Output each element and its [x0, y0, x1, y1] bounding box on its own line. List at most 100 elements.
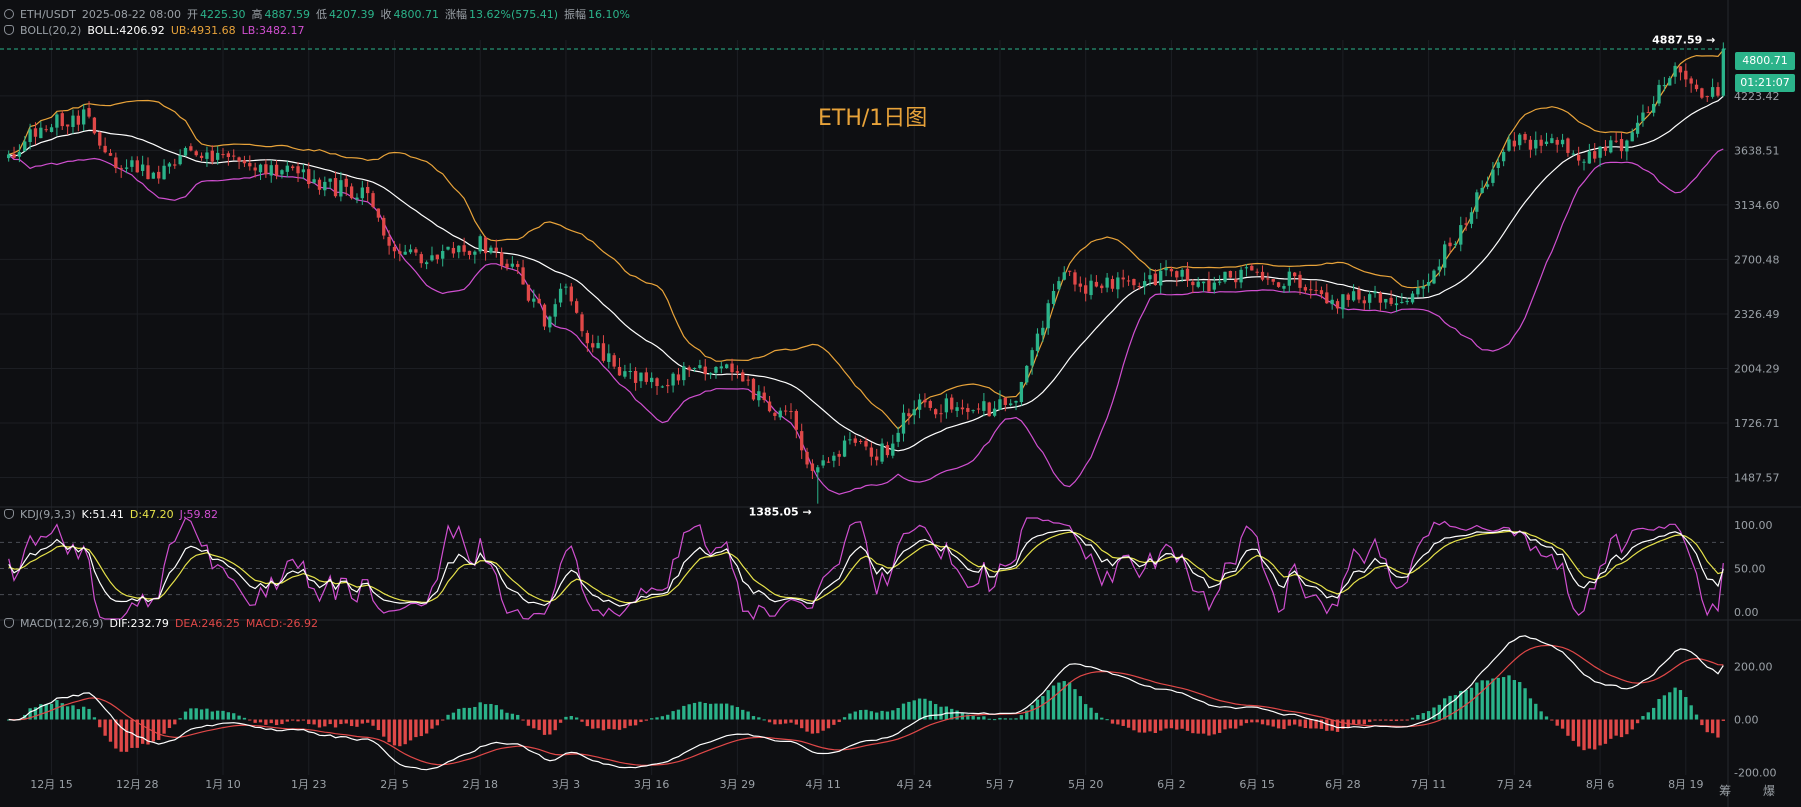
macd-histogram-bar: [157, 719, 161, 740]
macd-histogram-bar: [1030, 705, 1034, 720]
macd-histogram-bar: [869, 711, 874, 720]
candle-body: [349, 186, 354, 199]
datetime-label: 2025-08-22 08:00: [81, 8, 181, 21]
candle-body: [1046, 303, 1050, 329]
macd-histogram-bar: [1614, 719, 1618, 736]
corner-tools[interactable]: 筹 爆: [1719, 782, 1789, 799]
time-axis-tick: 3月 16: [634, 778, 670, 791]
macd-histogram-bar: [650, 718, 654, 720]
macd-histogram-bar: [226, 712, 231, 720]
kdj-j-value: J:59.82: [179, 508, 219, 521]
macd-histogram-bar: [489, 703, 493, 720]
macd-histogram-bar: [124, 719, 129, 752]
alert-bell-icon[interactable]: [4, 618, 14, 628]
candle-body: [1362, 300, 1366, 304]
candle-body: [1319, 290, 1324, 295]
macd-histogram-bar: [955, 710, 959, 720]
candle-body: [140, 164, 145, 171]
candle-body: [98, 132, 102, 146]
macd-histogram-bar: [778, 719, 782, 725]
macd-histogram-bar: [633, 719, 638, 726]
candle-body: [237, 157, 241, 162]
candle-body: [307, 169, 311, 184]
candle-body: [494, 247, 498, 252]
candle-body: [1625, 140, 1629, 152]
candle-body: [12, 153, 16, 158]
macd-histogram-bar: [1668, 692, 1672, 720]
macd-histogram-bar: [173, 719, 177, 725]
macd-histogram-bar: [1662, 695, 1667, 720]
macd-histogram-bar: [783, 719, 788, 724]
candle-body: [1673, 65, 1677, 77]
candle-body: [1587, 151, 1592, 164]
chart-stage[interactable]: 4223.42 3638.51 3134.60 2700.48 2326.49 2004.…: [0, 0, 1801, 807]
candle-body: [1635, 122, 1640, 134]
candle-body: [1662, 85, 1667, 87]
time-axis-tick: 2月 18: [462, 778, 498, 791]
candle-body: [1448, 242, 1452, 247]
boll-ub-value: UB:4931.68: [170, 24, 236, 37]
candle-body: [1576, 154, 1581, 161]
candle-body: [1378, 292, 1383, 303]
candle-body: [323, 181, 327, 191]
candle-body: [1250, 265, 1254, 271]
macd-histogram-bar: [971, 715, 975, 720]
last-price-tag: 4800.71: [1735, 52, 1795, 70]
alert-bell-icon[interactable]: [4, 509, 14, 519]
candle-body: [917, 399, 922, 410]
macd-histogram-bar: [253, 719, 257, 723]
macd-histogram-bar: [1389, 719, 1393, 721]
candle-body: [1389, 297, 1393, 304]
macd-histogram-bar: [907, 701, 911, 720]
candle-body: [1384, 298, 1388, 303]
macd-histogram-bar: [794, 719, 799, 725]
macd-histogram-bar: [1153, 719, 1158, 733]
macd-histogram-bar: [1180, 719, 1184, 729]
candle-body: [821, 460, 825, 466]
alert-bell-icon[interactable]: [4, 25, 14, 35]
time-axis-tick: 6月 28: [1325, 778, 1361, 791]
candle-body: [355, 197, 359, 200]
change-label: 涨幅: [445, 8, 467, 21]
macd-histogram-bar: [435, 719, 440, 726]
candle-body: [1507, 139, 1511, 151]
macd-histogram-bar: [1191, 719, 1195, 734]
macd-histogram-bar: [232, 713, 236, 720]
candle-body: [317, 179, 322, 190]
candle-body: [441, 250, 445, 259]
macd-axis-tick: 200.00: [1734, 661, 1773, 674]
candle-body: [628, 370, 632, 372]
macd-histogram-bar: [296, 719, 300, 722]
macd-histogram-bar: [1678, 690, 1683, 720]
macd-histogram-bar: [499, 709, 504, 720]
candle-body: [435, 254, 440, 260]
candle-body: [1126, 280, 1131, 282]
collapse-chevron-icon[interactable]: [4, 9, 14, 19]
macd-histogram-bar: [992, 719, 997, 721]
macd-histogram-bar: [1126, 719, 1131, 728]
macd-histogram-bar: [746, 711, 750, 720]
candle-body: [248, 162, 252, 167]
candle-body: [1057, 281, 1061, 290]
macd-histogram-bar: [215, 710, 220, 720]
macd-histogram-bar: [1405, 719, 1409, 721]
macd-histogram-bar: [483, 704, 488, 720]
candle-body: [424, 262, 429, 265]
candle-body: [789, 411, 793, 413]
kdj-d-value: D:47.20: [129, 508, 174, 521]
macd-histogram-bar: [178, 718, 182, 720]
candle-body: [741, 372, 745, 382]
macd-histogram-bar: [574, 717, 579, 720]
candle-body: [387, 237, 391, 246]
macd-histogram-bar: [183, 711, 188, 720]
ohlc-header: ETH/USDT 2025-08-22 08:00 开 4225.30 高 4887.59…: [4, 6, 636, 22]
macd-histogram-bar: [864, 709, 868, 720]
macd-histogram-bar: [1384, 719, 1388, 721]
macd-histogram-bar: [682, 705, 686, 720]
macd-hist-value: MACD:-26.92: [245, 617, 319, 630]
candle-body: [258, 164, 263, 173]
macd-histogram-bar: [1051, 685, 1056, 720]
candle-body: [371, 193, 375, 207]
candle-body: [1201, 281, 1206, 284]
open-value: 4225.30: [200, 8, 246, 21]
